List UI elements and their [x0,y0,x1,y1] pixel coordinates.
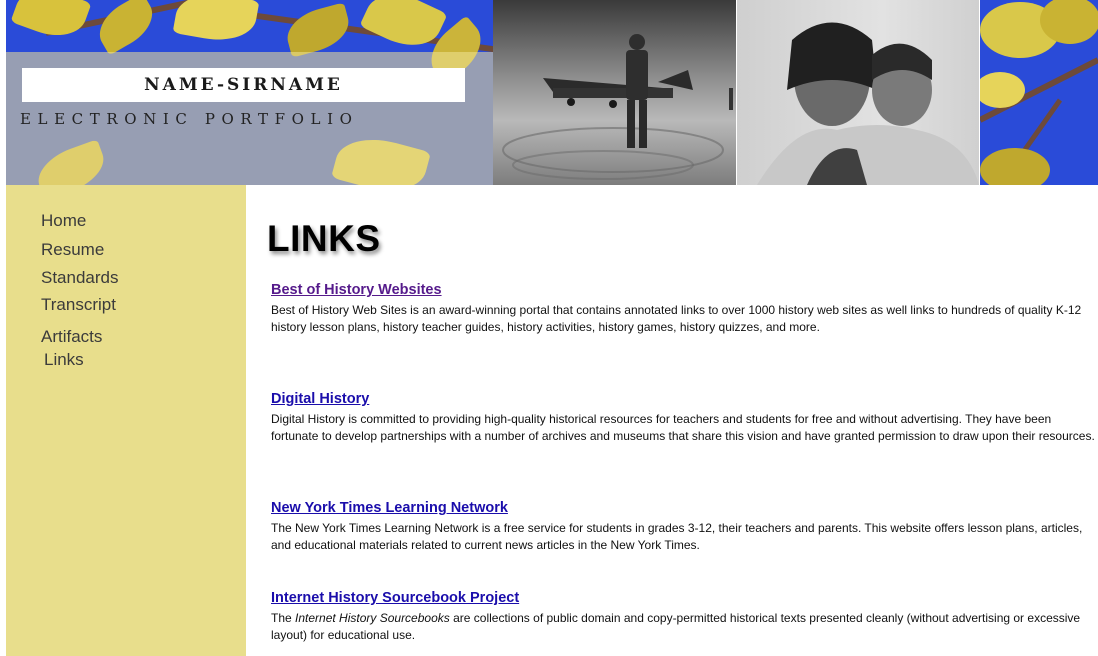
digital-history-link[interactable]: Digital History [271,391,369,407]
entry-description: Best of History Web Sites is an award-wi… [271,303,1082,334]
leaves-image-right [980,0,1098,185]
leaves-image: NAME-SIRNAME ELECTRONIC PORTFOLIO [6,0,493,185]
best-of-history-link[interactable]: Best of History Websites [271,282,442,298]
link-entry: Best of History Websites Best of History… [271,281,1097,336]
site-subtitle: ELECTRONIC PORTFOLIO [20,110,359,128]
entry-description: The New York Times Learning Network is a… [271,521,1083,552]
desc-italic: Internet History Sourcebooks [295,611,450,625]
nav-item-links[interactable]: Links [44,350,84,370]
link-entry: Internet History Sourcebook Project The … [271,589,1097,644]
aviator-photo [493,0,736,185]
nyt-learning-network-link[interactable]: New York Times Learning Network [271,500,508,516]
nav-item-standards[interactable]: Standards [41,268,119,288]
name-banner: NAME-SIRNAME [22,68,465,102]
link-entry: Digital History Digital History is commi… [271,390,1097,445]
page-title: LINKS [267,218,381,259]
nav-item-artifacts[interactable]: Artifacts [41,327,102,347]
site-name: NAME-SIRNAME [144,75,343,95]
entry-description: The Internet History Sourcebooks are col… [271,610,1097,644]
header-banner: NAME-SIRNAME ELECTRONIC PORTFOLIO [6,0,1098,185]
sidebar-nav: Home Resume Standards Transcript Artifac… [6,185,246,656]
nav-item-resume[interactable]: Resume [41,240,104,260]
nav-item-home[interactable]: Home [41,211,86,231]
portrait-photo [737,0,979,185]
desc-prefix: The [271,611,296,625]
nav-item-transcript[interactable]: Transcript [41,295,116,315]
internet-history-sourcebook-link[interactable]: Internet History Sourcebook Project [271,590,519,606]
link-entry: New York Times Learning Network The New … [271,499,1097,554]
entry-description: Digital History is committed to providin… [271,412,1095,443]
